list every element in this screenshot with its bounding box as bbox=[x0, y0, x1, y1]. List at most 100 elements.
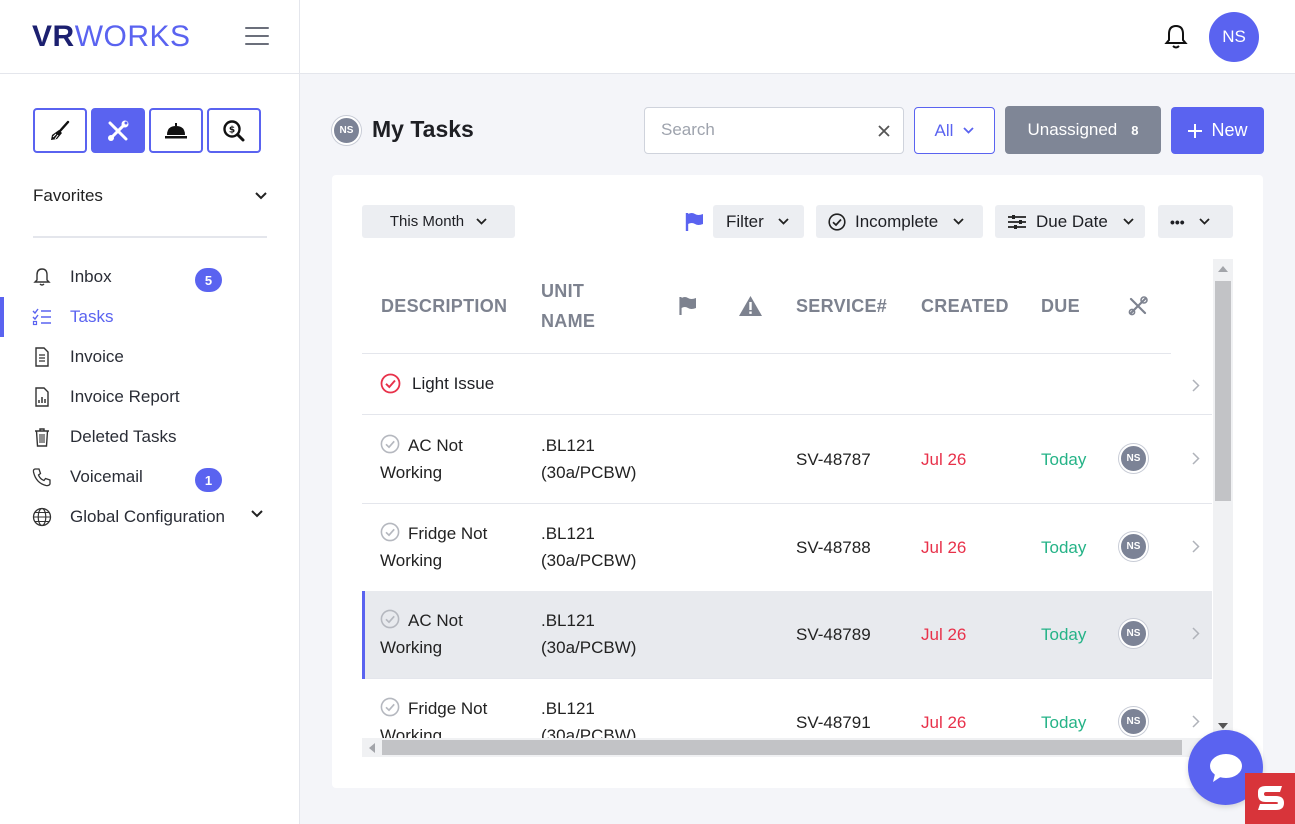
sidebar-item-invoice[interactable]: Invoice bbox=[0, 337, 299, 377]
hamburger-menu-icon[interactable] bbox=[245, 27, 269, 47]
sidebar-item-invoice-report[interactable]: Invoice Report bbox=[0, 377, 299, 417]
unassigned-count: 8 bbox=[1131, 122, 1139, 138]
sort-dropdown[interactable]: Due Date bbox=[995, 205, 1145, 238]
chevron-down-icon bbox=[963, 127, 975, 134]
logo-bar: VRWORKS bbox=[0, 0, 299, 74]
table-row[interactable]: AC Not Working .BL121 (30a/PCBW) SV-48789 … bbox=[362, 591, 1212, 679]
money-search-icon: $ bbox=[223, 119, 245, 141]
assignee-avatar[interactable]: NS bbox=[1119, 707, 1148, 736]
task-description-line-1: Fridge Not bbox=[408, 524, 488, 543]
task-description-line-1: Fridge Not bbox=[408, 699, 488, 718]
check-circle-gray-icon[interactable] bbox=[380, 434, 400, 454]
task-description-line-2: Working bbox=[380, 463, 443, 482]
task-description-line-1: AC Not bbox=[408, 611, 463, 630]
more-options-label: ••• bbox=[1170, 213, 1185, 230]
chevron-down-icon bbox=[1199, 218, 1210, 225]
accounting-tool-button[interactable]: $ bbox=[207, 108, 261, 153]
unit-name-line-1: .BL121 bbox=[541, 611, 595, 630]
warning-column-icon[interactable] bbox=[738, 295, 763, 317]
flag-column-icon[interactable] bbox=[678, 296, 699, 316]
sidebar-item-voicemail[interactable]: Voicemail 1 bbox=[0, 457, 299, 497]
concierge-tool-button[interactable] bbox=[149, 108, 203, 153]
horizontal-scroll-thumb[interactable] bbox=[382, 740, 1182, 755]
flag-filter-icon[interactable] bbox=[684, 212, 706, 232]
sidebar-item-label: Invoice bbox=[70, 347, 124, 366]
notification-bell-icon[interactable] bbox=[1164, 24, 1188, 50]
task-group-label: Light Issue bbox=[412, 374, 495, 393]
unassigned-button[interactable]: Unassigned 8 bbox=[1005, 106, 1161, 154]
chevron-down-icon bbox=[476, 218, 487, 225]
chevron-right-icon bbox=[1192, 540, 1200, 553]
status-dropdown[interactable]: Incomplete bbox=[816, 205, 983, 238]
sidebar-item-deleted-tasks[interactable]: Deleted Tasks bbox=[0, 417, 299, 457]
check-circle-gray-icon[interactable] bbox=[380, 522, 400, 542]
chevron-down-icon bbox=[778, 218, 789, 225]
tasks-table: DESCRIPTION UNIT NAME SERVICE# CREATED D… bbox=[362, 259, 1233, 757]
unassigned-label: Unassigned bbox=[1027, 120, 1118, 139]
column-unit-line-2[interactable]: NAME bbox=[541, 306, 595, 336]
column-service[interactable]: SERVICE# bbox=[796, 291, 887, 321]
task-description: AC Not Working bbox=[380, 432, 520, 486]
sidebar: VRWORKS $ Favorites Inbox 5 Tasks Invoic… bbox=[0, 0, 300, 824]
scroll-up-arrow[interactable] bbox=[1218, 266, 1228, 272]
sidebar-item-label: Global Configuration bbox=[70, 507, 225, 526]
tools-column-icon[interactable] bbox=[1127, 295, 1149, 317]
period-dropdown[interactable]: This Month bbox=[362, 205, 515, 238]
vertical-scroll-thumb[interactable] bbox=[1215, 281, 1231, 501]
sidebar-item-inbox[interactable]: Inbox 5 bbox=[0, 257, 299, 297]
status-label: Incomplete bbox=[855, 211, 939, 231]
unit-name-line-2: (30a/PCBW) bbox=[541, 551, 637, 570]
column-description[interactable]: DESCRIPTION bbox=[381, 291, 507, 321]
task-description: Fridge Not Working bbox=[380, 520, 520, 574]
assignee-avatar[interactable]: NS bbox=[1119, 444, 1148, 473]
chevron-down-icon bbox=[251, 510, 263, 518]
sidebar-nav: Inbox 5 Tasks Invoice Invoice Report Del… bbox=[0, 257, 299, 537]
clear-search-icon[interactable] bbox=[875, 122, 893, 140]
assignee-avatar[interactable]: NS bbox=[1119, 619, 1148, 648]
brand-logo-icon bbox=[1258, 785, 1284, 810]
due-date: Today bbox=[1041, 625, 1087, 644]
created-date: Jul 26 bbox=[921, 538, 967, 557]
scroll-down-arrow[interactable] bbox=[1218, 723, 1228, 729]
chevron-down-icon bbox=[1123, 218, 1134, 225]
unit-name-line-1: .BL121 bbox=[541, 524, 595, 543]
scope-dropdown[interactable]: All bbox=[914, 107, 995, 154]
user-avatar[interactable]: NS bbox=[1209, 12, 1259, 62]
task-group-header[interactable]: Light Issue bbox=[362, 354, 1212, 415]
svg-text:$: $ bbox=[229, 125, 235, 135]
column-unit-line-1[interactable]: UNIT bbox=[541, 276, 584, 306]
due-date: Today bbox=[1041, 713, 1087, 732]
created-date: Jul 26 bbox=[921, 450, 967, 469]
chevron-right-icon bbox=[1192, 627, 1200, 640]
app-logo[interactable]: VRWORKS bbox=[32, 20, 191, 54]
page-owner-avatar: NS bbox=[332, 116, 361, 145]
tools-icon bbox=[108, 120, 129, 141]
service-bell-icon bbox=[165, 122, 187, 138]
table-row[interactable]: Fridge Not Working .BL121 (30a/PCBW) SV-48… bbox=[362, 504, 1212, 592]
check-circle-gray-icon[interactable] bbox=[380, 697, 400, 717]
check-circle-gray-icon[interactable] bbox=[380, 609, 400, 629]
vertical-scrollbar[interactable] bbox=[1213, 259, 1233, 735]
tool-switcher: $ bbox=[33, 108, 261, 153]
voicemail-count-badge: 1 bbox=[195, 468, 222, 492]
phone-icon bbox=[32, 467, 52, 487]
filter-dropdown[interactable]: Filter bbox=[713, 205, 804, 238]
sidebar-item-global-configuration[interactable]: Global Configuration bbox=[0, 497, 299, 537]
more-options-dropdown[interactable]: ••• bbox=[1158, 205, 1233, 238]
column-due[interactable]: DUE bbox=[1041, 291, 1080, 321]
horizontal-scrollbar[interactable] bbox=[362, 738, 1213, 757]
search-input[interactable] bbox=[661, 120, 861, 140]
corner-brand-logo bbox=[1245, 773, 1295, 824]
column-created[interactable]: CREATED bbox=[921, 291, 1009, 321]
sort-label: Due Date bbox=[1036, 211, 1108, 231]
maintenance-tool-button[interactable] bbox=[91, 108, 145, 153]
checklist-icon bbox=[32, 307, 52, 327]
new-task-button[interactable]: New bbox=[1171, 107, 1264, 154]
favorites-toggle[interactable]: Favorites bbox=[33, 184, 267, 208]
housekeeping-tool-button[interactable] bbox=[33, 108, 87, 153]
sidebar-item-tasks[interactable]: Tasks bbox=[0, 297, 299, 337]
table-row[interactable]: AC Not Working .BL121 (30a/PCBW) SV-48787 … bbox=[362, 416, 1212, 504]
assignee-avatar[interactable]: NS bbox=[1119, 532, 1148, 561]
service-number: SV-48787 bbox=[796, 450, 871, 469]
scroll-left-arrow[interactable] bbox=[369, 743, 375, 753]
